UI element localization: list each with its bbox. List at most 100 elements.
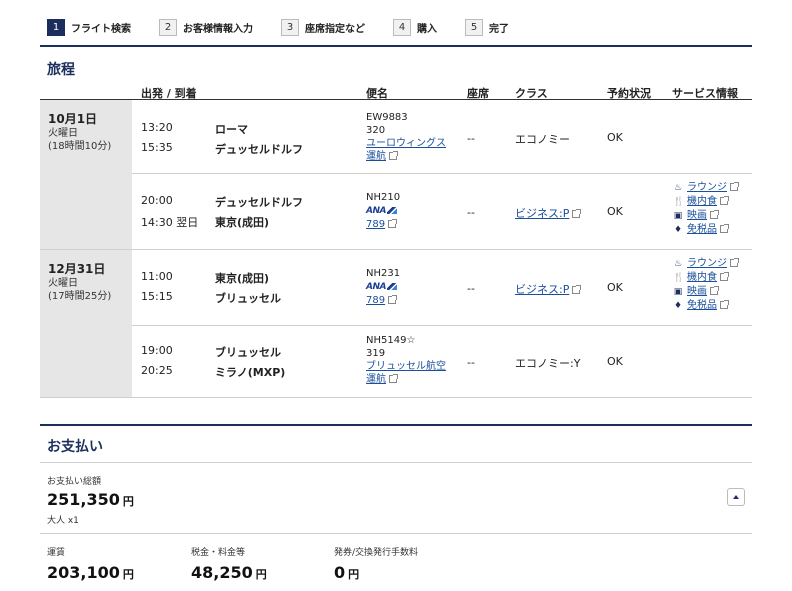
progress-steps: 1 フライト検索 2 お客様情報入力 3 座席指定など 4 購入 5 完了 bbox=[47, 19, 537, 36]
airline-logo-text: ANA bbox=[366, 282, 386, 292]
duty-free-icon: ♦ bbox=[673, 225, 683, 235]
tax-label: 税金・料金等 bbox=[191, 548, 246, 558]
yen-unit: 円 bbox=[255, 568, 267, 581]
payment-divider bbox=[40, 462, 752, 463]
arr-time: 20:25 bbox=[141, 364, 173, 377]
booking-status: OK bbox=[607, 281, 623, 294]
external-link-icon bbox=[720, 272, 729, 281]
external-link-icon bbox=[730, 182, 739, 191]
seat: -- bbox=[467, 206, 475, 219]
cabin-class: エコノミー bbox=[515, 133, 570, 146]
airline-logo-text: ANA bbox=[366, 206, 386, 216]
step-label: 完了 bbox=[489, 24, 509, 35]
steps-divider bbox=[40, 45, 752, 47]
fare-value: 203,100 bbox=[47, 563, 120, 582]
operator-link[interactable]: ブリュッセル航空 運航 bbox=[366, 361, 446, 385]
flight-info: NH210 ANA 789 bbox=[366, 191, 400, 231]
aircraft-link[interactable]: 789 bbox=[366, 219, 385, 230]
cabin-class-link[interactable]: ビジネス:P bbox=[515, 283, 569, 296]
cabin-class: エコノミー:Y bbox=[515, 357, 581, 370]
step-number: 4 bbox=[393, 19, 411, 36]
dep-time: 19:00 bbox=[141, 344, 173, 357]
service-meal-link[interactable]: 機内食 bbox=[687, 196, 717, 207]
itinerary-title: 旅程 bbox=[47, 62, 75, 78]
row-divider bbox=[132, 173, 752, 174]
step-purchase: 4 購入 bbox=[393, 19, 437, 36]
service-movie-link[interactable]: 映画 bbox=[687, 210, 707, 221]
step-label: お客様情報入力 bbox=[183, 24, 253, 35]
ana-logo-icon: ANA bbox=[366, 205, 397, 218]
service-dutyfree-link[interactable]: 免税品 bbox=[687, 300, 717, 311]
dep-time: 13:20 bbox=[141, 121, 173, 134]
fare-amount: 203,100 円 bbox=[47, 563, 134, 582]
date-cell-day2: 12月31日 火曜日 (17時間25分) bbox=[40, 250, 132, 397]
aircraft-link[interactable]: 789 bbox=[366, 295, 385, 306]
external-link-icon bbox=[389, 374, 398, 383]
fare-label: 運賃 bbox=[47, 548, 66, 558]
arr-time: 14:30 翌日 bbox=[141, 216, 199, 229]
dep-city: 東京(成田) bbox=[215, 272, 270, 285]
arr-city: ミラノ(MXP) bbox=[215, 366, 286, 379]
dep-city: ローマ bbox=[215, 123, 248, 136]
arr-city: デュッセルドルフ bbox=[215, 143, 303, 156]
service-dutyfree-link[interactable]: 免税品 bbox=[687, 224, 717, 235]
step-flight-search: 1 フライト検索 bbox=[47, 19, 131, 36]
operator-line2: 運航 bbox=[366, 374, 386, 385]
yen-unit: 円 bbox=[122, 568, 134, 581]
arr-city: ブリュッセル bbox=[215, 292, 281, 305]
dep-time: 11:00 bbox=[141, 270, 173, 283]
aircraft: 319 bbox=[366, 348, 386, 359]
step-number: 2 bbox=[159, 19, 177, 36]
aircraft: 320 bbox=[366, 125, 386, 136]
table-bottom-line bbox=[40, 397, 752, 398]
arr-time: 15:35 bbox=[141, 141, 173, 154]
external-link-icon bbox=[710, 286, 719, 295]
operator-line1: ブリュッセル航空 bbox=[366, 361, 446, 372]
step-seat-selection: 3 座席指定など bbox=[281, 19, 365, 36]
dep-city: ブリュッセル bbox=[215, 346, 281, 359]
external-link-icon bbox=[572, 209, 582, 218]
ana-logo-icon: ANA bbox=[366, 281, 397, 294]
weekday: 火曜日 bbox=[48, 128, 78, 139]
external-link-icon bbox=[720, 300, 729, 309]
service-meal-link[interactable]: 機内食 bbox=[687, 272, 717, 283]
step-label: フライト検索 bbox=[71, 24, 131, 35]
external-link-icon bbox=[389, 151, 398, 160]
cabin-class-link[interactable]: ビジネス:P bbox=[515, 207, 569, 220]
lounge-icon: ♨ bbox=[673, 259, 683, 269]
row-divider bbox=[40, 249, 752, 250]
dep-time: 20:00 bbox=[141, 194, 173, 207]
step-number: 5 bbox=[465, 19, 483, 36]
external-link-icon bbox=[720, 196, 729, 205]
service-lounge-link[interactable]: ラウンジ bbox=[687, 258, 727, 269]
step-complete: 5 完了 bbox=[465, 19, 509, 36]
payment-divider bbox=[40, 533, 752, 534]
flight-number: NH5149 bbox=[366, 335, 407, 346]
yen-unit: 円 bbox=[122, 495, 134, 508]
cabin-class-cell: ビジネス:P bbox=[515, 281, 582, 297]
fee-label: 発券/交換発行手数料 bbox=[334, 548, 419, 558]
step-label: 購入 bbox=[417, 24, 437, 35]
service-movie-link[interactable]: 映画 bbox=[687, 286, 707, 297]
date: 10月1日 bbox=[48, 112, 98, 126]
meal-icon: 🍴 bbox=[673, 197, 685, 207]
total-amount: 251,350 円 bbox=[47, 490, 134, 509]
weekday: 火曜日 bbox=[48, 278, 78, 289]
collapse-toggle-button[interactable] bbox=[727, 488, 745, 506]
dep-city: デュッセルドルフ bbox=[215, 196, 303, 209]
date-cell-day1: 10月1日 火曜日 (18時間10分) bbox=[40, 100, 132, 249]
flight-number: EW9883 bbox=[366, 112, 408, 123]
booking-status: OK bbox=[607, 131, 623, 144]
date: 12月31日 bbox=[48, 262, 106, 276]
operator-line2: 運航 bbox=[366, 151, 386, 162]
tax-amount: 48,250 円 bbox=[191, 563, 267, 582]
passenger-count: 大人 x1 bbox=[47, 516, 79, 526]
step-number: 1 bbox=[47, 19, 65, 36]
movie-icon: ▣ bbox=[673, 211, 683, 221]
service-lounge-link[interactable]: ラウンジ bbox=[687, 182, 727, 193]
step-number: 3 bbox=[281, 19, 299, 36]
operator-link[interactable]: ユーロウィングス 運航 bbox=[366, 138, 446, 162]
flight-number: NH210 bbox=[366, 192, 401, 203]
total-label: お支払い総額 bbox=[47, 477, 102, 487]
meal-icon: 🍴 bbox=[673, 273, 685, 283]
